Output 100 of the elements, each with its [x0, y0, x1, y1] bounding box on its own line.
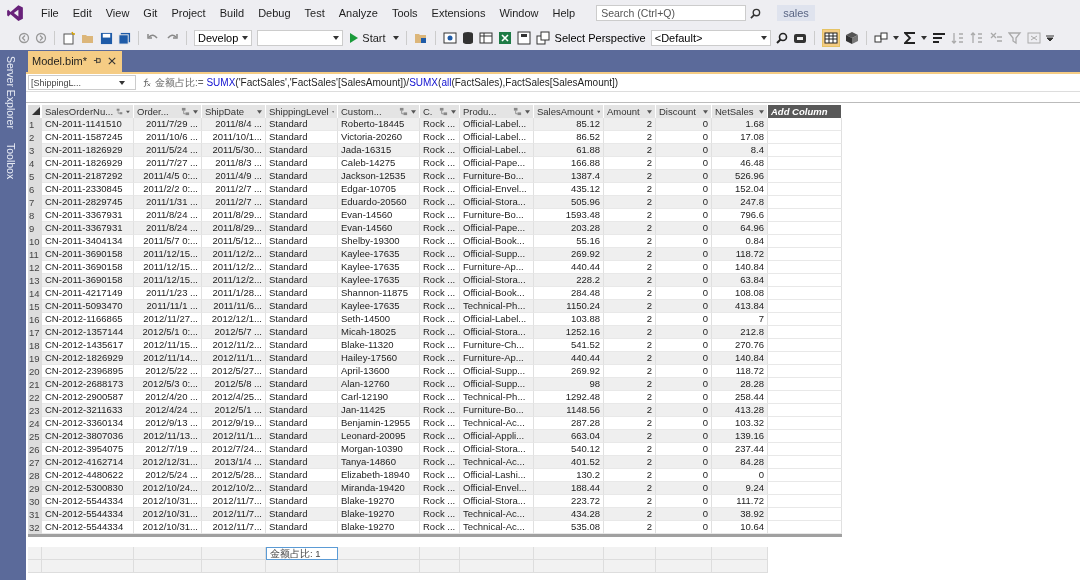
- table-cell: 2012/10/24...: [134, 482, 202, 495]
- row-number: 17: [28, 326, 42, 339]
- table-cell: 2: [604, 287, 656, 300]
- diagram-view-icon[interactable]: [844, 31, 859, 45]
- caret-icon[interactable]: [892, 36, 899, 40]
- column-header[interactable]: SalesOrderNu...: [42, 105, 134, 118]
- table-cell: Standard: [266, 404, 338, 417]
- relationship-icon: [399, 107, 408, 116]
- caret-icon[interactable]: [920, 36, 927, 40]
- table-cell: 2012/9/13 ...: [134, 417, 202, 430]
- search-icon[interactable]: [775, 32, 788, 44]
- table-cell: Official-Pape...: [460, 157, 534, 170]
- sum-icon[interactable]: [903, 31, 916, 45]
- new-project-icon[interactable]: [62, 31, 76, 45]
- column-header[interactable]: C.: [420, 105, 460, 118]
- folder-icon[interactable]: [413, 31, 428, 45]
- table-cell: Official-Lashi...: [460, 469, 534, 482]
- overflow-icon[interactable]: [1045, 34, 1054, 42]
- menu-item[interactable]: Window: [492, 7, 546, 19]
- caret-icon: [193, 109, 198, 114]
- side-panel-tab[interactable]: Toolbox: [5, 142, 17, 180]
- table-cell: 139.16: [712, 430, 768, 443]
- image-icon[interactable]: [442, 31, 457, 45]
- caret-icon: [242, 36, 249, 40]
- table-cell: Standard: [266, 482, 338, 495]
- menu-item[interactable]: Edit: [65, 7, 99, 19]
- menu-item[interactable]: Debug: [251, 7, 298, 19]
- table-cell: CN-2012-1166865: [42, 313, 134, 326]
- table-cell: 2012/7/19 ...: [134, 443, 202, 456]
- save-all-icon[interactable]: [118, 31, 131, 45]
- column-header[interactable]: ShipDate: [202, 105, 266, 118]
- table-cell: 2012/11/7...: [202, 521, 266, 534]
- close-icon[interactable]: [108, 56, 117, 65]
- column-header[interactable]: Discount: [656, 105, 712, 118]
- table-cell: 64.96: [712, 222, 768, 235]
- menu-item[interactable]: Build: [212, 7, 252, 19]
- table-cell: Official-Pape...: [460, 222, 534, 235]
- perspective-dropdown[interactable]: <Default>: [650, 30, 771, 46]
- column-header[interactable]: SalesAmount: [534, 105, 604, 118]
- table-cell: 2012/5/7 ...: [202, 326, 266, 339]
- play-icon: [350, 33, 359, 43]
- table-cell: 0: [656, 508, 712, 521]
- table-cell: Rock ...: [420, 365, 460, 378]
- save-icon[interactable]: [100, 31, 113, 45]
- document-tab[interactable]: Model.bim*: [28, 51, 123, 72]
- relationships-icon[interactable]: [873, 31, 888, 45]
- calculator-icon[interactable]: [516, 31, 531, 45]
- menu-item[interactable]: Analyze: [331, 7, 385, 19]
- table-cell: Official-Stora...: [460, 326, 534, 339]
- pin-icon[interactable]: [93, 56, 103, 65]
- table-cell: Official-Stora...: [460, 443, 534, 456]
- table-cell: 2013/1/4 ...: [202, 456, 266, 469]
- table-cell: 434.28: [534, 508, 604, 521]
- table-cell: Furniture-Ch...: [460, 339, 534, 352]
- column-dropdown[interactable]: [ShippingL...: [28, 75, 136, 90]
- table-cell: Blake-19270: [338, 495, 420, 508]
- table-cell: 2012/5/27...: [202, 365, 266, 378]
- column-header[interactable]: Produ...: [460, 105, 534, 118]
- menu-item[interactable]: Git: [136, 7, 165, 19]
- search-field[interactable]: Search (Ctrl+Q): [596, 5, 747, 21]
- start-button[interactable]: Start: [348, 32, 388, 44]
- perspective-icon[interactable]: [535, 31, 550, 45]
- configuration-dropdown[interactable]: Develop: [194, 30, 253, 46]
- menu-item[interactable]: Project: [164, 7, 213, 19]
- table-cell: 541.52: [534, 339, 604, 352]
- table-cell: 2: [604, 391, 656, 404]
- column-header[interactable]: Order...: [134, 105, 202, 118]
- measure-cell[interactable]: 金额占比: 1: [266, 547, 338, 560]
- table-cell: CN-2012-5544334: [42, 521, 134, 534]
- spreadsheet-icon[interactable]: [497, 31, 512, 45]
- menu-item[interactable]: Extensions: [424, 7, 493, 19]
- formula-input[interactable]: 金额占比:= SUMX('FactSales','FactSales'[SalesAmount])/SUMX(all(FactSales),FactSales[SalesAmount]): [155, 75, 619, 90]
- column-header[interactable]: NetSales: [712, 105, 768, 118]
- table-cell: Standard: [266, 131, 338, 144]
- menu-item[interactable]: Tools: [384, 7, 425, 19]
- column-header[interactable]: Custom...: [338, 105, 420, 118]
- caret-icon: [333, 36, 340, 40]
- add-column-header[interactable]: Add Column: [768, 105, 842, 118]
- menu-item[interactable]: File: [34, 7, 66, 19]
- side-panel-tab[interactable]: Server Explorer: [5, 56, 17, 129]
- select-all-icon[interactable]: [28, 105, 40, 118]
- menu-item[interactable]: Help: [545, 7, 583, 19]
- table-cell: 2011/7/27 ...: [134, 157, 202, 170]
- table-cell: Caleb-14275: [338, 157, 420, 170]
- perspective-label: Select Perspective: [554, 32, 646, 44]
- table-cell: 0: [656, 456, 712, 469]
- column-header[interactable]: ShippingLevel: [266, 105, 338, 118]
- menu-item[interactable]: View: [98, 7, 137, 19]
- row-number: 19: [28, 352, 42, 365]
- column-header[interactable]: Amount: [604, 105, 656, 118]
- grid-view-icon[interactable]: [821, 29, 840, 47]
- align-icon[interactable]: [931, 31, 946, 45]
- table-cell: Elizabeth-18940: [338, 469, 420, 482]
- table-cell: Morgan-10390: [338, 443, 420, 456]
- table-cell: Rock ...: [420, 521, 460, 534]
- table-cell: Standard: [266, 261, 338, 274]
- menu-item[interactable]: Test: [297, 7, 332, 19]
- table-icon[interactable]: [478, 31, 493, 45]
- table-cell: 2: [604, 144, 656, 157]
- caret-icon[interactable]: [392, 36, 399, 40]
